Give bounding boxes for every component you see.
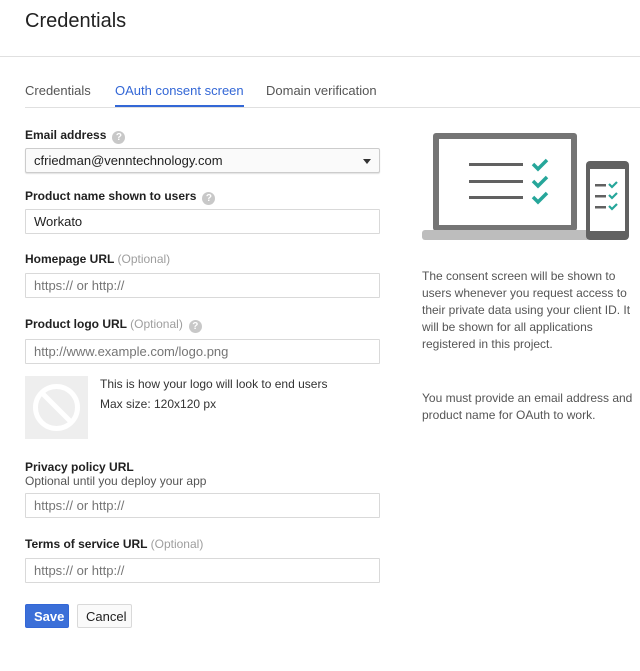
help-icon[interactable]: ? xyxy=(188,320,202,333)
cancel-button[interactable]: Cancel xyxy=(77,604,132,628)
logo-max-size: Max size: 120x120 px xyxy=(100,397,217,411)
tab-oauth-consent-screen[interactable]: OAuth consent screen xyxy=(115,83,244,107)
info-paragraph-2: You must provide an email address and pr… xyxy=(422,391,633,422)
privacy-policy-sublabel: Optional until you deploy your app xyxy=(25,474,207,488)
tab-credentials[interactable]: Credentials xyxy=(25,83,91,98)
product-name-label: Product name shown to users? xyxy=(25,189,216,205)
tab-bar: Credentials OAuth consent screen Domain … xyxy=(25,78,640,108)
tos-label-text: Terms of service URL xyxy=(25,537,148,551)
info-paragraph-1: The consent screen will be shown to user… xyxy=(422,269,631,351)
no-image-icon xyxy=(33,384,80,431)
homepage-label: Homepage URL (Optional) xyxy=(25,252,170,266)
terms-of-service-url-input[interactable] xyxy=(25,558,380,583)
optional-tag: (Optional) xyxy=(150,537,204,551)
email-select[interactable]: cfriedman@venntechnology.com xyxy=(25,148,380,173)
help-icon[interactable]: ? xyxy=(202,192,216,205)
email-select-value: cfriedman@venntechnology.com xyxy=(34,153,223,168)
product-logo-url-input[interactable] xyxy=(25,339,380,364)
product-name-label-text: Product name shown to users xyxy=(25,189,197,203)
logo-preview-caption: This is how your logo will look to end u… xyxy=(100,377,328,391)
product-name-input[interactable] xyxy=(25,209,380,234)
save-button[interactable]: Save xyxy=(25,604,69,628)
logo-url-label: Product logo URL (Optional)? xyxy=(25,317,202,333)
logo-url-label-text: Product logo URL xyxy=(25,317,127,331)
logo-preview xyxy=(25,376,88,439)
email-label: Email address? xyxy=(25,128,126,144)
homepage-url-input[interactable] xyxy=(25,273,380,298)
optional-tag: (Optional) xyxy=(130,317,183,331)
privacy-policy-label-text: Privacy policy URL xyxy=(25,460,134,474)
help-icon[interactable]: ? xyxy=(112,131,126,144)
page-title: Credentials xyxy=(25,10,127,32)
homepage-label-text: Homepage URL xyxy=(25,252,115,266)
page-header: Credentials xyxy=(0,0,640,57)
tos-label: Terms of service URL (Optional) xyxy=(25,537,203,551)
optional-tag: (Optional) xyxy=(117,252,171,266)
devices-consent-icon xyxy=(420,130,632,245)
privacy-policy-url-input[interactable] xyxy=(25,493,380,518)
email-label-text: Email address xyxy=(25,128,107,142)
chevron-down-icon xyxy=(363,159,371,164)
privacy-policy-label: Privacy policy URL xyxy=(25,460,134,474)
tab-domain-verification[interactable]: Domain verification xyxy=(266,83,377,98)
